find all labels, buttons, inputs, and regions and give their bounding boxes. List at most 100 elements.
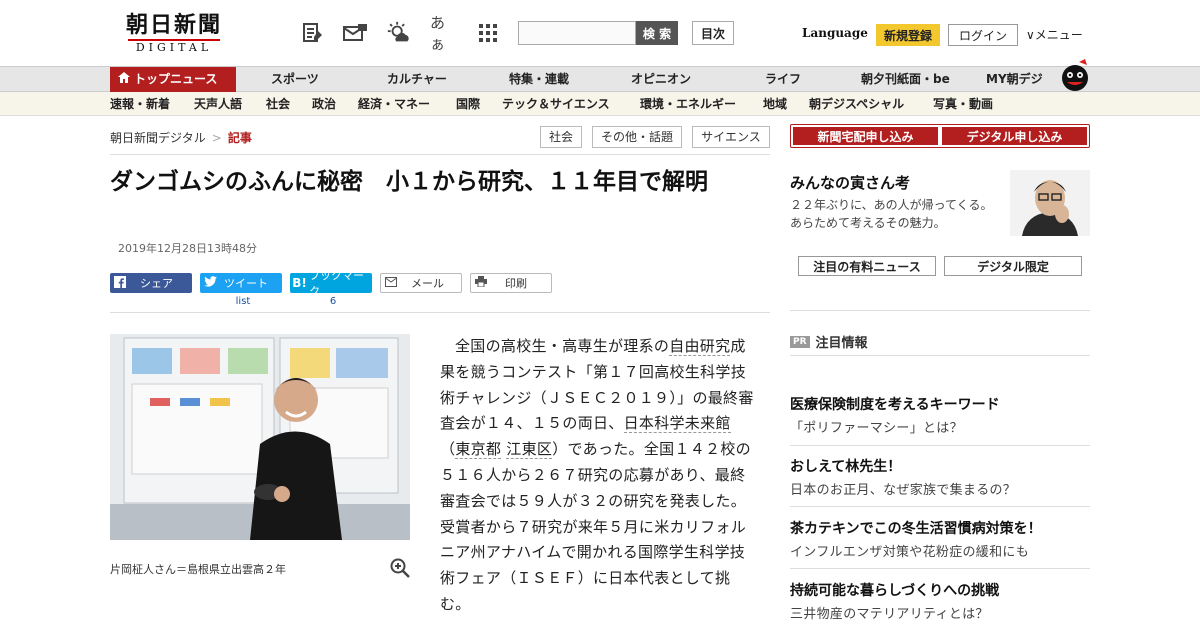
nav-item-paper[interactable]: 朝夕刊紙面・be: [861, 67, 950, 92]
tab-digital-only[interactable]: デジタル限定: [944, 256, 1082, 276]
nav2-item-economy[interactable]: 経済・マネー: [358, 92, 430, 116]
breadcrumb-separator: >: [211, 131, 222, 145]
header-divider: [110, 154, 770, 155]
share-twitter-button[interactable]: ツイート: [200, 273, 282, 293]
weather-icon[interactable]: [386, 20, 412, 46]
pr-item-divider: [790, 445, 1090, 446]
menu-label: メニュー: [1034, 28, 1083, 42]
breadcrumb-root[interactable]: 朝日新聞デジタル: [110, 131, 206, 145]
share-twitter-label: ツイート: [224, 277, 268, 290]
print-icon: [471, 276, 491, 290]
login-button[interactable]: ログイン: [948, 24, 1018, 46]
pr-item-subtitle[interactable]: インフルエンザ対策や花粉症の緩和にも: [790, 541, 1029, 560]
nav2-item-society[interactable]: 社会: [266, 92, 290, 116]
article-date: 2019年12月28日13時48分: [118, 242, 257, 255]
facebook-icon: [110, 275, 130, 291]
nav-item-life[interactable]: ライフ: [765, 67, 801, 92]
print-label: 印刷: [505, 277, 527, 290]
hatena-bookmark-icon: B!: [292, 276, 307, 290]
nav-item-sports[interactable]: スポーツ: [271, 67, 319, 92]
subscribe-digital-button[interactable]: デジタル申し込み: [942, 127, 1087, 145]
pr-item-subtitle[interactable]: 日本のお正月、なぜ家族で集まるの？: [790, 479, 1016, 498]
keyword-link[interactable]: 東京都: [455, 440, 502, 460]
home-icon: [118, 67, 130, 92]
chevron-down-icon: ∨: [1026, 28, 1035, 42]
twitter-count[interactable]: list: [202, 296, 284, 307]
nav-top-news[interactable]: トップニュース: [110, 67, 236, 92]
mascot-icon[interactable]: [1058, 58, 1092, 92]
nav2-item-region[interactable]: 地域: [763, 92, 787, 116]
search-button[interactable]: 検 索: [636, 21, 678, 45]
pr-section-title: 注目情報: [815, 336, 868, 351]
feature-description[interactable]: ２２年ぶりに、あの人が帰ってくる。あらためて考えるその魅力。: [790, 196, 1004, 232]
share-hatena-button[interactable]: B! ブックマーク: [290, 269, 372, 298]
nav2-item-latest[interactable]: 速報・新着: [110, 92, 170, 116]
twitter-icon: [200, 276, 220, 290]
share-mail-button[interactable]: メール: [380, 273, 462, 293]
nav-item-my-asahi[interactable]: MY朝デジ: [986, 67, 1043, 92]
nav-item-opinion[interactable]: オピニオン: [631, 67, 691, 92]
mail-icon: [381, 276, 401, 290]
nav2-item-politics[interactable]: 政治: [312, 92, 336, 116]
sidebar-divider: [790, 310, 1090, 311]
nav2-item-tech[interactable]: テック＆サイエンス: [502, 92, 610, 116]
tab-paid-news[interactable]: 注目の有料ニュース: [798, 256, 936, 276]
nav2-item-environment[interactable]: 環境・エネルギー: [640, 92, 736, 116]
site-header: 朝日新聞 DIGITAL あぁ 検 索 目次 Language 新規登録 ログイ…: [0, 0, 1200, 66]
pr-divider: [790, 355, 1090, 356]
article-body: 全国の高校生・高専生が理系の自由研究成果を競うコンテスト「第１７回高校生科学技術…: [440, 334, 756, 618]
nav2-item-photo[interactable]: 写真・動画: [933, 92, 993, 116]
mail-tag-icon[interactable]: [342, 20, 368, 46]
share-hatena-label: ブックマーク: [309, 269, 365, 298]
article-headline: ダンゴムシのふんに秘密 小１から研究、１１年目で解明: [110, 169, 708, 195]
subscribe-paper-button[interactable]: 新聞宅配申し込み: [793, 127, 938, 145]
breadcrumb-current: 記事: [227, 131, 252, 145]
body-text: （: [440, 440, 456, 459]
share-mail-label: メール: [411, 277, 444, 290]
share-divider: [110, 312, 770, 313]
hatena-count[interactable]: 6: [292, 296, 374, 307]
tag-misc[interactable]: その他・話題: [592, 126, 682, 148]
register-button[interactable]: 新規登録: [876, 24, 940, 46]
secondary-nav: 速報・新着 天声人語 社会 政治 経済・マネー 国際 テック＆サイエンス 環境・…: [0, 92, 1200, 116]
feature-image[interactable]: [1010, 170, 1090, 236]
pr-item-title[interactable]: 医療保険制度を考えるキーワード: [790, 394, 1000, 414]
keyword-link[interactable]: 江東区: [506, 440, 553, 460]
photo-caption: 片岡柾人さん＝島根県立出雲高２年: [110, 563, 286, 576]
nav-top-news-label: トップニュース: [134, 72, 218, 86]
menu-button[interactable]: ∨メニュー: [1026, 26, 1083, 43]
nav-item-features[interactable]: 特集・連載: [509, 67, 569, 92]
tag-society[interactable]: 社会: [540, 126, 582, 148]
print-button[interactable]: 印刷: [470, 273, 552, 293]
pr-item-subtitle[interactable]: 「ポリファーマシー」とは？: [790, 417, 963, 436]
toc-button[interactable]: 目次: [692, 21, 734, 45]
nav2-item-tensei[interactable]: 天声人語: [194, 92, 242, 116]
body-text: 全国の高校生・高専生が理系の: [455, 337, 670, 355]
nav-item-culture[interactable]: カルチャー: [387, 67, 447, 92]
subscribe-box: 新聞宅配申し込み デジタル申し込み: [790, 124, 1090, 148]
pr-item-title[interactable]: おしえて林先生！: [790, 456, 901, 476]
share-facebook-button[interactable]: シェア: [110, 273, 192, 293]
keyword-link[interactable]: 日本科学未来館: [623, 414, 731, 434]
primary-nav: トップニュース スポーツ カルチャー 特集・連載 オピニオン ライフ 朝夕刊紙面…: [0, 66, 1200, 92]
share-facebook-label: シェア: [140, 277, 173, 290]
grid-menu-icon[interactable]: [475, 20, 501, 46]
body-text: ）であった。全国１４２校の５１６人から２６７研究の応募があり、最終審査会では５９…: [440, 440, 751, 613]
newspaper-edit-icon[interactable]: [300, 20, 326, 46]
pr-item-title[interactable]: 茶カテキンでこの冬生活習慣病対策を！: [790, 518, 1042, 538]
keyword-link[interactable]: 自由研究: [669, 337, 731, 356]
article-photo[interactable]: [110, 334, 410, 540]
nav2-item-special[interactable]: 朝デジスペシャル: [809, 92, 904, 116]
font-size-icon[interactable]: あぁ: [430, 14, 456, 53]
pr-item-divider: [790, 506, 1090, 507]
pr-item-title[interactable]: 持続可能な暮らしづくりへの挑戦: [790, 580, 999, 600]
site-logo[interactable]: 朝日新聞 DIGITAL: [118, 12, 230, 56]
pr-item-subtitle[interactable]: 三井物産のマテリアリティとは？: [790, 603, 989, 622]
language-link[interactable]: Language: [802, 26, 868, 40]
search-input[interactable]: [518, 21, 636, 45]
zoom-in-icon[interactable]: [390, 558, 410, 578]
feature-title[interactable]: みんなの寅さん考: [790, 172, 910, 193]
tag-science[interactable]: サイエンス: [692, 126, 770, 148]
nav2-item-world[interactable]: 国際: [456, 92, 480, 116]
breadcrumb: 朝日新聞デジタル > 記事: [110, 129, 252, 146]
